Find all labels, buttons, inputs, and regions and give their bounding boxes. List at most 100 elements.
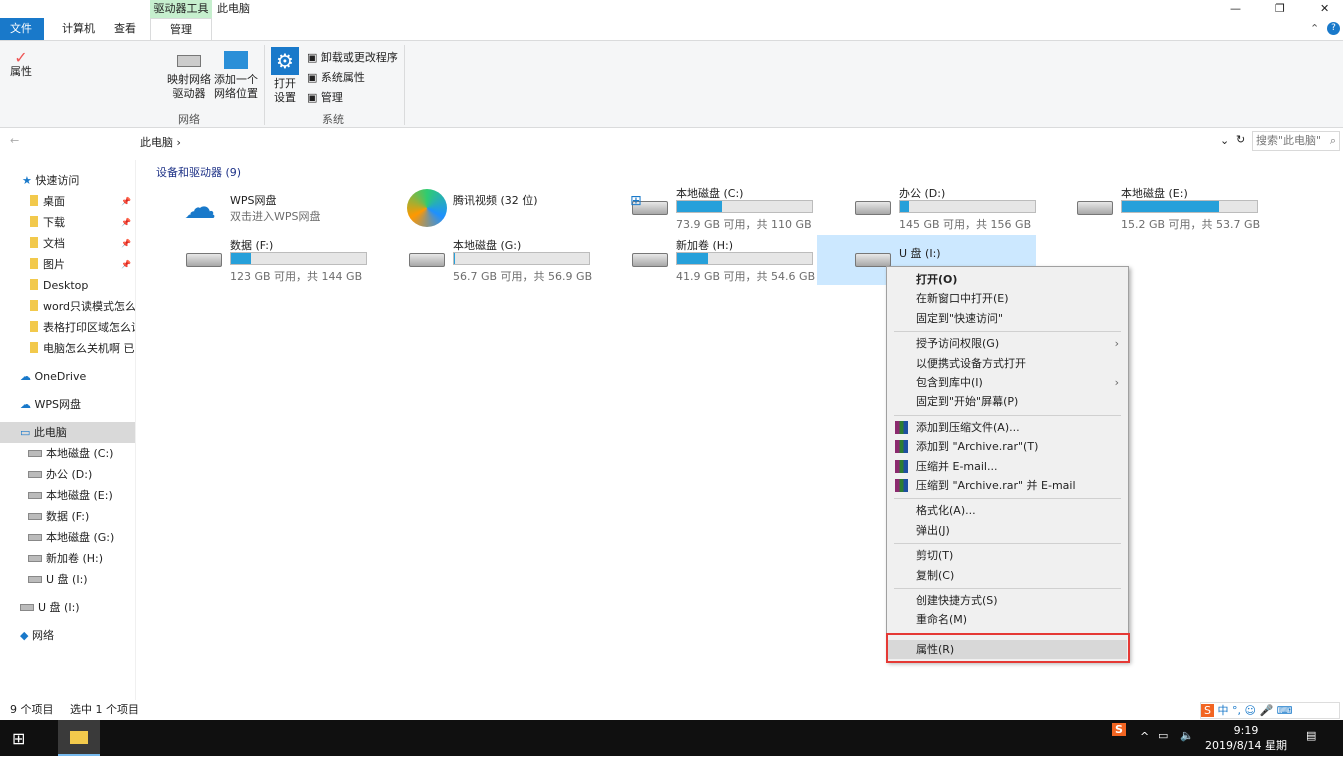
sidebar-drive[interactable]: 办公 (D:): [0, 464, 135, 485]
sogou-icon: S: [1201, 704, 1214, 717]
pin-icon[interactable]: 📌: [121, 212, 131, 233]
menu-item[interactable]: 复制(C): [888, 566, 1127, 585]
manage-button[interactable]: ▣ 管理: [307, 89, 343, 105]
menu-item[interactable]: 添加到 "Archive.rar"(T): [888, 437, 1127, 456]
sidebar-drive[interactable]: 本地磁盘 (G:): [0, 527, 135, 548]
sidebar-item[interactable]: 文档 📌: [0, 233, 135, 254]
sidebar-item[interactable]: 图片 📌: [0, 254, 135, 275]
sidebar-drive[interactable]: 新加卷 (H:): [0, 548, 135, 569]
ime-toolbar[interactable]: S 中 °, ☺ 🎤 ⌨: [1200, 702, 1340, 719]
menu-item[interactable]: 包含到库中(I) ›: [888, 373, 1127, 392]
menu-item[interactable]: 授予访问权限(G) ›: [888, 334, 1127, 353]
menu-item[interactable]: 格式化(A)...: [888, 501, 1127, 520]
menu-item[interactable]: 以便携式设备方式打开: [888, 354, 1127, 373]
sidebar-wps[interactable]: ☁ WPS网盘: [0, 394, 135, 415]
menu-item-label: 剪切(T): [916, 549, 954, 563]
tab-computer[interactable]: 计算机: [52, 18, 105, 40]
show-hidden-icons[interactable]: ^: [1140, 730, 1149, 743]
window-title: 此电脑: [217, 2, 250, 15]
address-dropdown-icon[interactable]: ⌄: [1220, 134, 1229, 147]
drive-icon: [186, 253, 222, 267]
drive-tile[interactable]: ☁ WPS网盘 双击进入WPS网盘: [180, 183, 400, 233]
system-icon: ▣: [307, 71, 318, 84]
menu-item[interactable]: 压缩到 "Archive.rar" 并 E-mail: [888, 476, 1127, 495]
tile-name: 本地磁盘 (C:): [676, 187, 744, 200]
section-header[interactable]: 设备和驱动器 (9): [156, 164, 241, 180]
collapse-ribbon-icon[interactable]: ⌃: [1310, 22, 1319, 35]
sogou-tray-icon[interactable]: S: [1112, 723, 1126, 736]
help-icon[interactable]: ?: [1327, 22, 1340, 35]
pin-icon[interactable]: 📌: [121, 254, 131, 275]
capacity-bar: [230, 252, 367, 265]
menu-item[interactable]: 重命名(M): [888, 610, 1127, 629]
group-system-label: 系统: [322, 113, 344, 126]
pin-icon[interactable]: 📌: [121, 191, 131, 212]
menu-item[interactable]: 压缩并 E-mail...: [888, 457, 1127, 476]
sidebar-drive[interactable]: 本地磁盘 (C:): [0, 443, 135, 464]
sidebar-network[interactable]: ◆ 网络: [0, 625, 135, 646]
sidebar-onedrive[interactable]: ☁ OneDrive: [0, 366, 135, 387]
sidebar-drive[interactable]: 本地磁盘 (E:): [0, 485, 135, 506]
drive-tile[interactable]: 腾讯视频 (32 位): [403, 183, 623, 233]
maximize-button[interactable]: ❐: [1275, 0, 1285, 18]
search-input[interactable]: 搜索"此电脑" ⌕: [1252, 131, 1340, 151]
menu-item[interactable]: 添加到压缩文件(A)...: [888, 418, 1127, 437]
tab-view[interactable]: 查看: [104, 18, 146, 40]
drive-tile[interactable]: 本地磁盘 (E:) 15.2 GB 可用，共 53.7 GB: [1071, 183, 1291, 233]
drive-tile[interactable]: 本地磁盘 (G:) 56.7 GB 可用，共 56.9 GB: [403, 235, 623, 285]
add-network-location-button[interactable]: 添加一个 网络位置: [212, 51, 260, 101]
volume-icon[interactable]: 🔈: [1180, 729, 1194, 742]
drive-icon: [855, 201, 891, 215]
sidebar-item[interactable]: 下载 📌: [0, 212, 135, 233]
sidebar-item[interactable]: 电脑怎么关机啊 已: [0, 338, 135, 359]
sidebar-item[interactable]: Desktop: [0, 275, 135, 296]
sidebar-item[interactable]: word只读模式怎么改: [0, 296, 135, 317]
menu-item[interactable]: 创建快捷方式(S): [888, 591, 1127, 610]
system-properties-button[interactable]: ▣ 系统属性: [307, 69, 365, 85]
menu-item-label: 压缩到 "Archive.rar" 并 E-mail: [916, 479, 1076, 492]
pin-icon[interactable]: 📌: [121, 233, 131, 254]
sidebar-drive[interactable]: U 盘 (I:): [0, 569, 135, 590]
sidebar-drive-label: 本地磁盘 (E:): [46, 489, 113, 502]
menu-item[interactable]: 在新窗口中打开(E): [888, 289, 1127, 308]
sidebar-this-pc[interactable]: ▭ 此电脑: [0, 422, 135, 443]
sidebar-quick-access[interactable]: ★ 快速访问: [0, 170, 135, 191]
sidebar-usb[interactable]: U 盘 (I:): [0, 597, 135, 618]
menu-item-label: 添加到 "Archive.rar"(T): [916, 440, 1039, 454]
minimize-button[interactable]: —: [1230, 0, 1241, 18]
drive-tile[interactable]: ⊞ 本地磁盘 (C:) 73.9 GB 可用，共 110 GB: [626, 183, 846, 233]
tab-manage[interactable]: 管理: [150, 18, 212, 40]
refresh-icon[interactable]: ↻: [1236, 133, 1245, 146]
sidebar-drive[interactable]: 数据 (F:): [0, 506, 135, 527]
drive-tile[interactable]: 数据 (F:) 123 GB 可用，共 144 GB: [180, 235, 400, 285]
properties-button[interactable]: ✓ 属性: [6, 48, 36, 79]
drive-tile[interactable]: 新加卷 (H:) 41.9 GB 可用，共 54.6 GB: [626, 235, 846, 285]
map-drive-button[interactable]: 映射网络 驱动器: [166, 51, 212, 101]
folder-icon: [30, 342, 38, 353]
drive-tile[interactable]: 办公 (D:) 145 GB 可用，共 156 GB: [849, 183, 1069, 233]
back-button[interactable]: ←: [10, 134, 19, 147]
close-button[interactable]: ✕: [1320, 0, 1329, 18]
open-settings-button[interactable]: ⚙ 打开 设置: [270, 47, 300, 105]
menu-item[interactable]: 固定到"快速访问": [888, 309, 1127, 328]
sidebar-item[interactable]: 桌面 📌: [0, 191, 135, 212]
network-tray-icon[interactable]: ▭: [1158, 729, 1168, 742]
notification-icon[interactable]: ▤: [1306, 729, 1316, 742]
menu-item-label: 压缩并 E-mail...: [916, 459, 998, 473]
clock[interactable]: 9:19 2019/8/14 星期三: [1200, 723, 1292, 768]
tab-file[interactable]: 文件: [0, 18, 44, 40]
menu-item[interactable]: 固定到"开始"屏幕(P): [888, 392, 1127, 411]
tile-name: 本地磁盘 (E:): [1121, 187, 1188, 200]
sidebar-item[interactable]: 表格打印区域怎么设: [0, 317, 135, 338]
uninstall-button[interactable]: ▣ 卸载或更改程序: [307, 49, 398, 65]
file-explorer-taskbar-button[interactable]: [58, 720, 100, 756]
breadcrumb[interactable]: 此电脑 ›: [140, 134, 181, 150]
checkmark-icon: ✓: [14, 48, 28, 67]
menu-item[interactable]: 打开(O): [888, 270, 1127, 289]
windows-start-icon[interactable]: ⊞: [12, 729, 25, 748]
tile-name: U 盘 (I:): [899, 247, 941, 260]
menu-item[interactable]: 弹出(J): [888, 521, 1127, 540]
folder-icon: [30, 258, 38, 269]
sidebar-drive-label: 新加卷 (H:): [46, 552, 104, 565]
menu-item[interactable]: 剪切(T): [888, 546, 1127, 565]
